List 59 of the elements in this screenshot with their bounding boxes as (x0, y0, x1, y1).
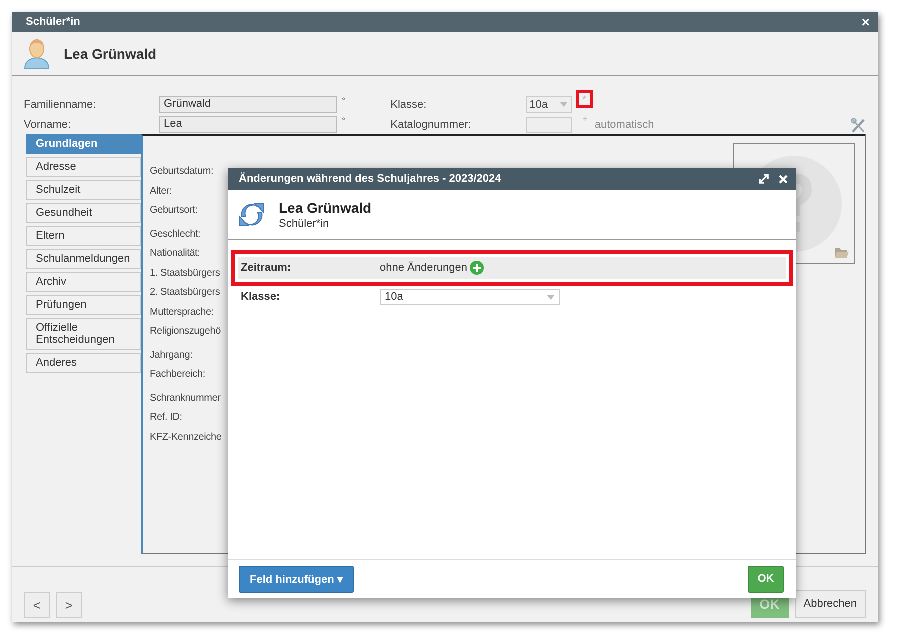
field-label: Geburtsort: (150, 204, 199, 218)
cancel-button[interactable]: Abbrechen (794, 590, 866, 618)
tab[interactable]: Archiv (26, 272, 141, 292)
person-icon (24, 38, 50, 68)
input-field[interactable]: Grünwald (159, 96, 337, 113)
field-label: 1. Staatsbürgers (150, 266, 222, 280)
close-icon[interactable] (779, 174, 788, 184)
field-label: Familienname: (24, 98, 98, 110)
field-label: KFZ-Kennzeiche (150, 430, 223, 444)
add-field-button[interactable]: Feld hinzufügen ▾ (239, 566, 354, 592)
student-name: Lea Grünwald (64, 46, 157, 62)
field-label: Nationalität: (150, 247, 202, 261)
tab[interactable]: Offizielle Entscheidungen (26, 318, 141, 350)
close-button[interactable]: × (862, 15, 870, 29)
tab[interactable]: Gesundheit (26, 203, 141, 223)
field-label: Jahrgang: (150, 348, 194, 362)
add-icon[interactable] (470, 261, 484, 275)
tab[interactable]: Grundlagen (26, 134, 141, 154)
field-label: Klasse: (390, 98, 428, 110)
period-value: ohne Änderungen (380, 262, 468, 274)
role-label: Schüler*in (279, 218, 330, 230)
tab[interactable]: Schulanmeldungen (26, 249, 141, 269)
previous-button[interactable]: < (24, 592, 50, 618)
field-label: Religionszugehö (150, 325, 222, 339)
field-label: Geburtsdatum: (150, 165, 215, 179)
dialog-title: Änderungen während des Schuljahres - 2023/2024 (239, 173, 502, 185)
caret-icon (547, 294, 555, 300)
expand-icon[interactable] (759, 174, 769, 184)
field-label: Fachbereich: (150, 368, 206, 382)
field-label: Schranknummer (150, 392, 222, 406)
auto-note: automatisch (594, 118, 654, 130)
field-label: Alter: (150, 184, 174, 198)
folder-icon[interactable] (835, 247, 849, 258)
caret-icon (560, 102, 568, 107)
field-marker: ° (342, 116, 346, 126)
field-label: Katalognummer: (390, 118, 472, 130)
field-label: Zeitraum: (241, 262, 292, 274)
tab[interactable]: Prüfungen (26, 295, 141, 315)
field-label: Klasse: (241, 291, 282, 303)
field-label: Geschlecht: (150, 228, 202, 242)
tab[interactable]: Adresse (26, 157, 141, 177)
field-label: 2. Staatsbürgers (150, 286, 222, 300)
field-marker: * (576, 90, 594, 108)
student-name: Lea Grünwald (279, 200, 372, 216)
window-title: Schüler*in (26, 16, 82, 28)
tools-icon[interactable] (851, 118, 866, 134)
field-label: Ref. ID: (150, 411, 184, 425)
field-label: Vorname: (24, 118, 72, 130)
tab[interactable]: Schulzeit (26, 180, 141, 200)
field-marker: + (582, 113, 589, 126)
tab[interactable]: Eltern (26, 226, 141, 246)
field-label: Muttersprache: (150, 306, 215, 320)
class-select[interactable]: 10a (526, 96, 572, 113)
tab[interactable]: Anderes (26, 353, 141, 373)
input-field[interactable] (526, 116, 572, 132)
next-button[interactable]: > (56, 592, 82, 618)
input-field[interactable]: Lea (159, 116, 337, 133)
field-marker: ° (342, 96, 346, 106)
class-select[interactable]: 10a (380, 289, 560, 305)
